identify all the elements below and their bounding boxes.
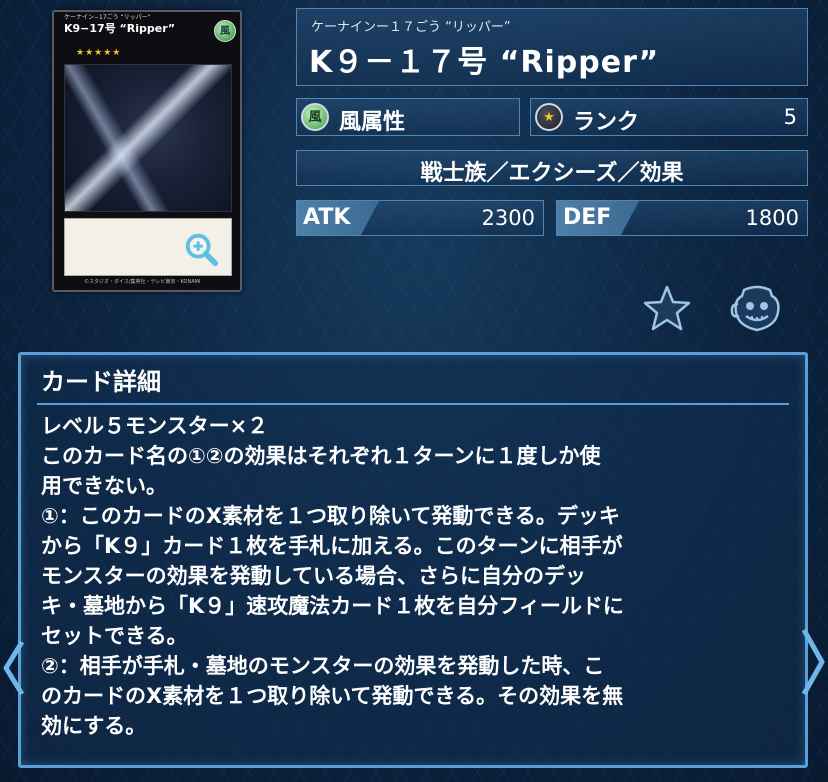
rank-label: ランク xyxy=(573,110,640,135)
detail-line: 用できない。 xyxy=(41,474,167,498)
detail-line: から「K９」カード１枚を手札に加える。このターンに相手が xyxy=(41,534,623,558)
detail-line: ①：このカードのX素材を１つ取り除いて発動できる。デッキ xyxy=(41,504,620,528)
card-name-panel: ケーナインー１７ごう “リッパー” K９－１７号 “Ripper” xyxy=(296,8,808,86)
atk-value: 2300 xyxy=(481,206,535,230)
detail-line: キ・墓地から「K９」速攻魔法カード１枚を自分フィールドに xyxy=(41,594,624,618)
magnifier-plus-icon[interactable] xyxy=(182,230,220,268)
chevron-right-icon[interactable] xyxy=(800,628,826,696)
card-type-line: 戦士族／エクシーズ／効果 xyxy=(420,161,684,186)
atk-panel: ATK 2300 xyxy=(296,200,544,236)
card-detail-box[interactable]: カード詳細 レベル５モンスター×２ このカード名の①②の効果はそれぞれ１ターンに… xyxy=(18,352,808,768)
card-name: K９－１７号 “Ripper” xyxy=(309,45,660,80)
detail-line: のカードのX素材を１つ取り除いて発動できる。その効果を無 xyxy=(41,684,624,708)
card-image-name: K9−17号 “Ripper” xyxy=(64,22,176,35)
wind-attribute-icon: 風 xyxy=(301,103,329,131)
attribute-label: 風属性 xyxy=(339,110,406,135)
card-image-attribute: 風 xyxy=(214,20,236,42)
chevron-left-icon[interactable] xyxy=(2,640,26,696)
def-panel: DEF 1800 xyxy=(556,200,808,236)
detail-line: レベル５モンスター×２ xyxy=(41,414,269,438)
detail-line: ②：相手が手札・墓地のモンスターの効果を発動した時、こ xyxy=(41,654,605,678)
rank-value: 5 xyxy=(783,105,797,129)
def-label: DEF xyxy=(557,201,639,235)
detail-line: モンスターの効果を発動している場合、さらに自分のデッ xyxy=(41,564,586,588)
detail-line: このカード名の①②の効果はそれぞれ１ターンに１度しか使 xyxy=(41,444,601,468)
pot-icon[interactable] xyxy=(730,282,784,336)
detail-line: セットできる。 xyxy=(41,624,188,648)
card-image-stars: ★★★★★ xyxy=(76,48,122,58)
detail-line: 効にする。 xyxy=(41,714,147,738)
attribute-panel: 風 風属性 xyxy=(296,98,520,136)
card-detail-text: レベル５モンスター×２ このカード名の①②の効果はそれぞれ１ターンに１度しか使 … xyxy=(41,411,793,741)
atk-label: ATK xyxy=(297,201,379,235)
rank-panel: ★ ランク 5 xyxy=(530,98,808,136)
rank-star-icon: ★ xyxy=(535,103,563,131)
card-name-ruby: ケーナインー１７ごう “リッパー” xyxy=(311,20,511,35)
card-artwork xyxy=(64,64,232,212)
card-detail-title: カード詳細 xyxy=(37,365,789,405)
type-panel: 戦士族／エクシーズ／効果 xyxy=(296,150,808,186)
def-value: 1800 xyxy=(745,206,799,230)
card-image-footer: ©スタジオ・ダイス/集英社・テレビ東京・KONAMI xyxy=(84,279,201,285)
card-image[interactable]: ケーナイン−17ごう “リッパー” K9−17号 “Ripper” 風 ★★★★… xyxy=(52,10,242,292)
star-icon[interactable] xyxy=(642,284,692,334)
